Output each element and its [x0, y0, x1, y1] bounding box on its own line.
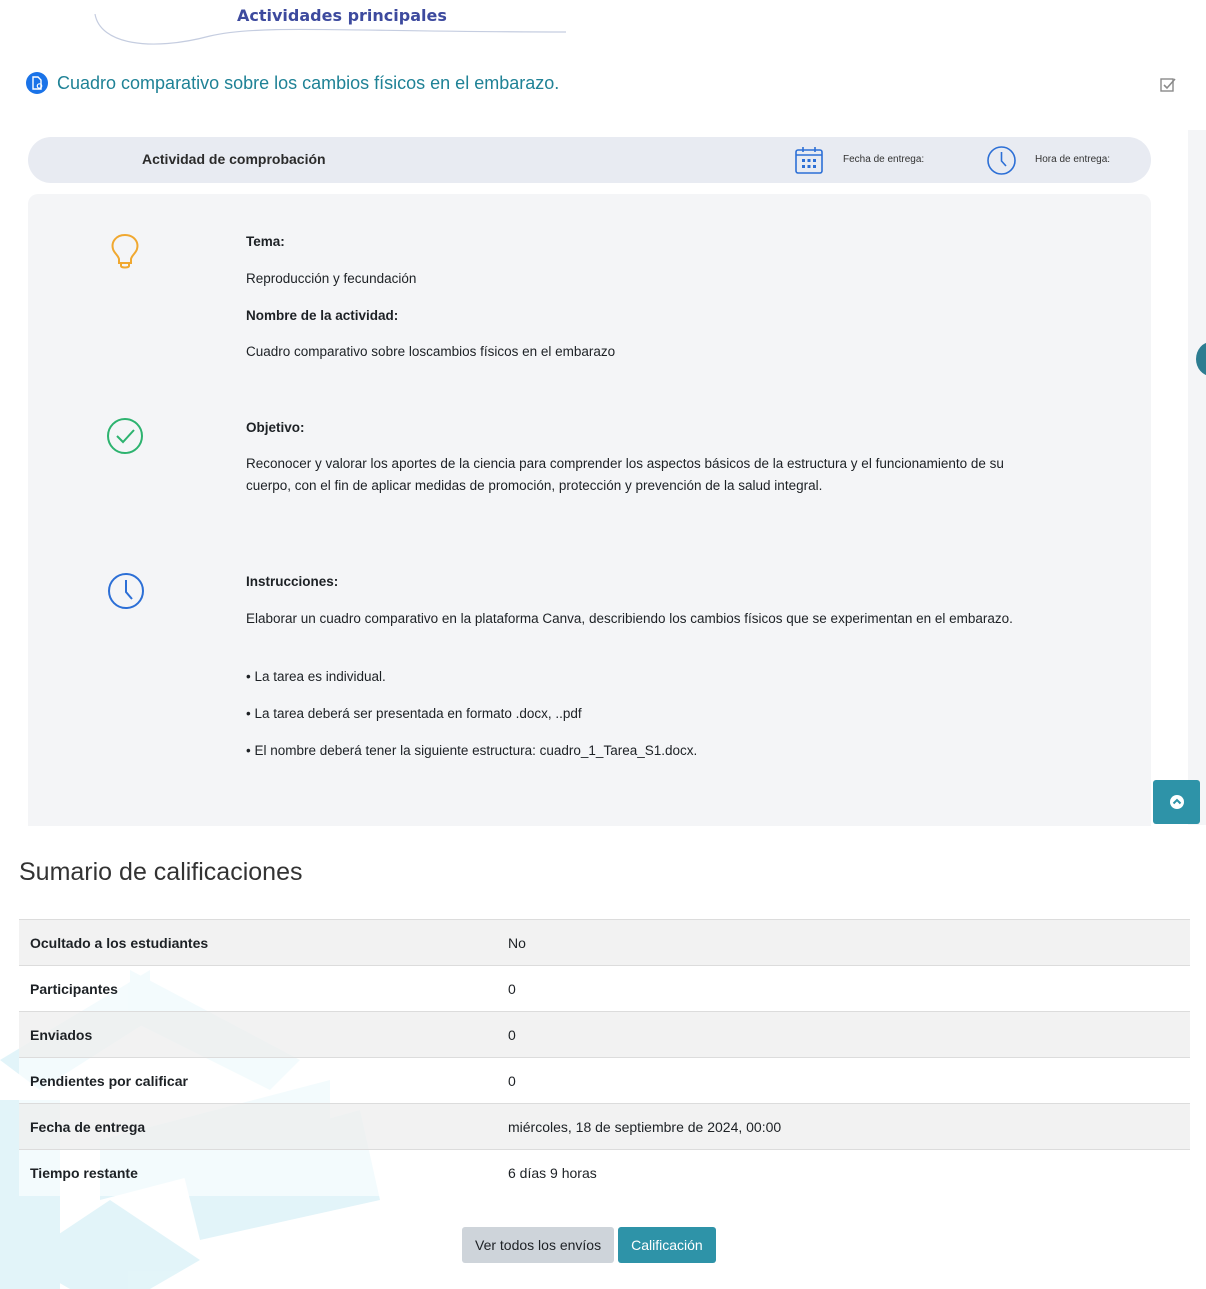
table-row: Ocultado a los estudiantes No [19, 919, 1190, 966]
summary-actions: Ver todos los envíos Calificación [462, 1227, 716, 1263]
row-value: 0 [508, 1026, 516, 1043]
chevron-up-icon [1169, 795, 1184, 809]
topic-label: Tema: [246, 234, 285, 249]
table-row: Participantes 0 [19, 965, 1190, 1012]
row-label: Tiempo restante [30, 1164, 138, 1181]
lightbulb-icon [111, 233, 139, 269]
table-row: Pendientes por calificar 0 [19, 1057, 1190, 1104]
row-label: Pendientes por calificar [30, 1072, 188, 1089]
row-value: 6 días 9 horas [508, 1164, 597, 1181]
instruction-bullet: • La tarea deberá ser presentada en form… [246, 706, 582, 721]
activity-info-bar: Actividad de comprobación Fecha de entre… [28, 137, 1151, 183]
grading-summary-table: Ocultado a los estudiantes No Participan… [19, 919, 1190, 1196]
row-label: Fecha de entrega [30, 1118, 146, 1135]
section-title: Actividades principales [237, 6, 447, 25]
right-scroll-rail [1188, 130, 1206, 825]
check-circle-icon [107, 418, 143, 454]
instructions-value: Elaborar un cuadro comparativo en la pla… [246, 611, 1013, 626]
row-label: Ocultado a los estudiantes [30, 934, 209, 951]
calendar-icon [795, 147, 823, 174]
row-label: Enviados [30, 1026, 93, 1043]
row-value: miércoles, 18 de septiembre de 2024, 00:… [508, 1118, 782, 1135]
due-date-label: Fecha de entrega: [843, 154, 925, 165]
section-header: Actividades principales Cuadro comparati… [0, 0, 1206, 130]
completion-checkbox-icon[interactable] [1160, 77, 1176, 93]
table-row: Fecha de entrega miércoles, 18 de septie… [19, 1103, 1190, 1150]
table-row: Tiempo restante 6 días 9 horas [19, 1149, 1190, 1196]
row-value: 0 [508, 980, 516, 997]
objective-label: Objetivo: [246, 420, 305, 435]
row-value: No [508, 934, 526, 951]
instruction-bullet: • La tarea es individual. [246, 669, 386, 684]
view-all-submissions-button[interactable]: Ver todos los envíos [462, 1227, 615, 1263]
objective-value: Reconocer y valorar los aportes de la ci… [246, 456, 1004, 493]
topic-value: Reproducción y fecundación [246, 271, 417, 286]
instruction-bullet: • El nombre deberá tener la siguiente es… [246, 743, 698, 758]
instructions-label: Instrucciones: [246, 574, 339, 589]
assignment-icon [26, 72, 48, 94]
activity-type-label: Actividad de comprobación [142, 151, 326, 167]
activity-details-panel: Tema: Reproducción y fecundación Nombre … [28, 194, 1151, 826]
activity-title[interactable]: Cuadro comparativo sobre los cambios fís… [57, 73, 559, 94]
clock-icon [108, 573, 144, 609]
table-row: Enviados 0 [19, 1011, 1190, 1058]
row-value: 0 [508, 1072, 516, 1089]
activity-name-value: Cuadro comparativo sobre loscambios físi… [246, 344, 616, 359]
grade-button[interactable]: Calificación [618, 1227, 716, 1263]
row-label: Participantes [30, 980, 118, 997]
back-to-top-button[interactable] [1153, 780, 1200, 824]
due-time-label: Hora de entrega: [1035, 154, 1111, 165]
clock-icon [987, 146, 1016, 175]
grading-summary-title: Sumario de calificaciones [19, 858, 303, 886]
activity-link[interactable]: Cuadro comparativo sobre los cambios fís… [26, 72, 559, 94]
activity-name-label: Nombre de la actividad: [246, 308, 399, 323]
